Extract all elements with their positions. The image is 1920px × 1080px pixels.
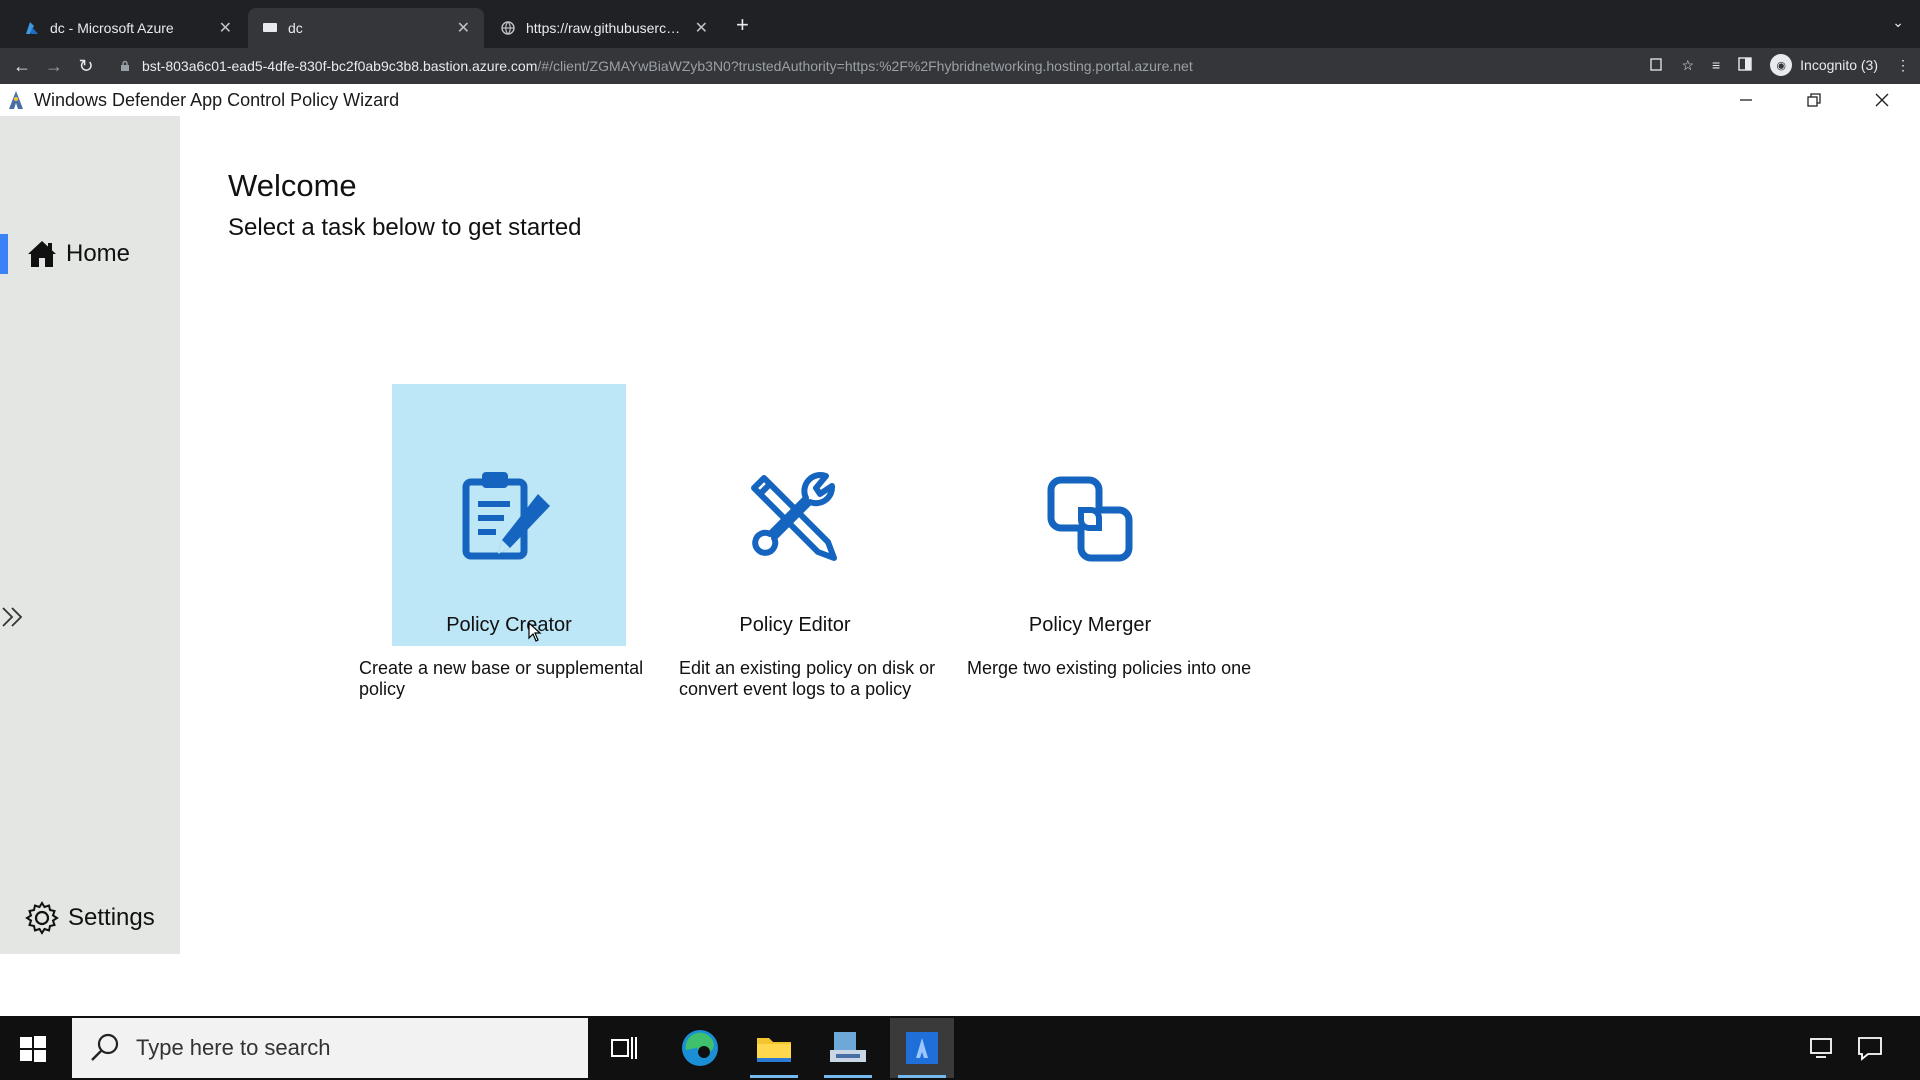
edge-browser-icon[interactable] — [668, 1018, 732, 1078]
wrench-pencil-icon — [751, 471, 837, 561]
server-manager-icon[interactable] — [816, 1018, 880, 1078]
url-host: bst-803a6c01-ead5-4dfe-830f-bc2f0ab9c3b8… — [142, 58, 538, 74]
tab-title: dc — [288, 20, 303, 36]
restore-icon[interactable] — [1784, 84, 1844, 116]
more-menu-icon[interactable]: ⋮ — [1896, 57, 1910, 74]
close-icon[interactable] — [1852, 84, 1912, 116]
task-view-icon[interactable] — [592, 1018, 656, 1078]
notification-icon[interactable] — [1856, 1034, 1884, 1062]
tile-description: Merge two existing policies into one — [967, 658, 1252, 678]
policy-creator-tile[interactable]: Policy Creator — [392, 384, 626, 646]
clipboard-pencil-icon — [462, 472, 550, 560]
policy-editor-tile[interactable]: Policy Editor — [678, 384, 912, 646]
lock-icon — [120, 60, 132, 72]
sidebar-item-home[interactable]: Home — [0, 230, 180, 278]
search-icon — [91, 1033, 119, 1061]
page-subtitle: Select a task below to get started — [228, 214, 582, 241]
url-text: bst-803a6c01-ead5-4dfe-830f-bc2f0ab9c3b8… — [142, 58, 1193, 74]
mouse-cursor-icon — [528, 622, 542, 642]
azure-icon — [24, 20, 40, 36]
policy-merger-tile[interactable]: Policy Merger — [973, 384, 1207, 646]
tab-title: dc - Microsoft Azure — [50, 20, 174, 36]
profile-label: Incognito (3) — [1800, 57, 1878, 73]
minimize-icon[interactable] — [1716, 84, 1776, 116]
remote-desktop-icon — [262, 20, 278, 36]
close-icon[interactable]: ✕ — [695, 18, 708, 38]
back-icon[interactable]: ← — [6, 56, 38, 77]
home-icon — [28, 241, 56, 267]
app-window: Windows Defender App Control Policy Wiza… — [0, 84, 1920, 1016]
merge-squares-icon — [1047, 476, 1133, 562]
incognito-profile-button[interactable]: ◉ Incognito (3) — [1770, 54, 1878, 76]
file-explorer-icon[interactable] — [742, 1018, 806, 1078]
sidebar-item-label: Home — [66, 240, 131, 267]
browser-toolbar: ← → ↻ bst-803a6c01-ead5-4dfe-830f-bc2f0a… — [0, 48, 1920, 84]
taskbar-search-box[interactable]: Type here to search — [72, 1018, 588, 1078]
tile-label: Policy Creator — [446, 614, 572, 636]
reading-list-icon[interactable]: ≡ — [1712, 57, 1720, 73]
bookmark-star-icon[interactable]: ☆ — [1681, 57, 1694, 74]
taskbar: Type here to search — [0, 1016, 1920, 1080]
side-panel-icon[interactable] — [1738, 56, 1752, 74]
address-bar[interactable]: bst-803a6c01-ead5-4dfe-830f-bc2f0ab9c3b8… — [112, 52, 1642, 80]
share-icon[interactable] — [1649, 57, 1663, 74]
gear-icon — [25, 901, 59, 935]
wdac-wizard-taskbar-icon[interactable] — [890, 1018, 954, 1078]
incognito-icon: ◉ — [1770, 54, 1793, 76]
network-icon[interactable] — [1808, 1034, 1836, 1062]
expand-sidebar-icon[interactable] — [0, 604, 30, 634]
tile-label: Policy Editor — [739, 614, 851, 636]
url-path: /#/client/ZGMAYwBiaWZyb3N0?trustedAuthor… — [537, 58, 1193, 74]
tile-description: Create a new base or supplemental policy — [359, 658, 644, 699]
forward-icon[interactable]: → — [38, 56, 70, 77]
tile-label: Policy Merger — [1028, 614, 1152, 636]
search-placeholder: Type here to search — [136, 1035, 331, 1060]
tile-description: Edit an existing policy on disk or conve… — [679, 658, 936, 699]
globe-icon — [500, 20, 516, 36]
sidebar: Home Settings — [0, 116, 180, 954]
tab-github[interactable]: https://raw.githubusercontent... ✕ — [486, 8, 722, 48]
sidebar-item-label: Settings — [68, 904, 155, 931]
close-icon[interactable]: ✕ — [457, 18, 470, 38]
tab-title: https://raw.githubusercontent... — [526, 20, 687, 36]
close-icon[interactable]: ✕ — [219, 18, 232, 38]
sidebar-item-settings[interactable]: Settings — [24, 900, 155, 936]
app-title: Windows Defender App Control Policy Wiza… — [34, 89, 400, 110]
app-title-bar: Windows Defender App Control Policy Wiza… — [0, 84, 1920, 116]
app-logo-icon — [9, 91, 23, 109]
tab-dc[interactable]: dc ✕ — [248, 8, 484, 48]
reload-icon[interactable]: ↻ — [70, 56, 102, 77]
tab-azure[interactable]: dc - Microsoft Azure ✕ — [10, 8, 246, 48]
page-title: Welcome — [228, 168, 357, 203]
tab-search-icon[interactable]: ⌄ — [1892, 14, 1904, 31]
browser-tab-bar: dc - Microsoft Azure ✕ dc ✕ https://raw.… — [0, 0, 1920, 48]
windows-start-icon[interactable] — [18, 1034, 48, 1064]
new-tab-button[interactable]: + — [736, 12, 749, 38]
selected-indicator — [0, 234, 8, 274]
